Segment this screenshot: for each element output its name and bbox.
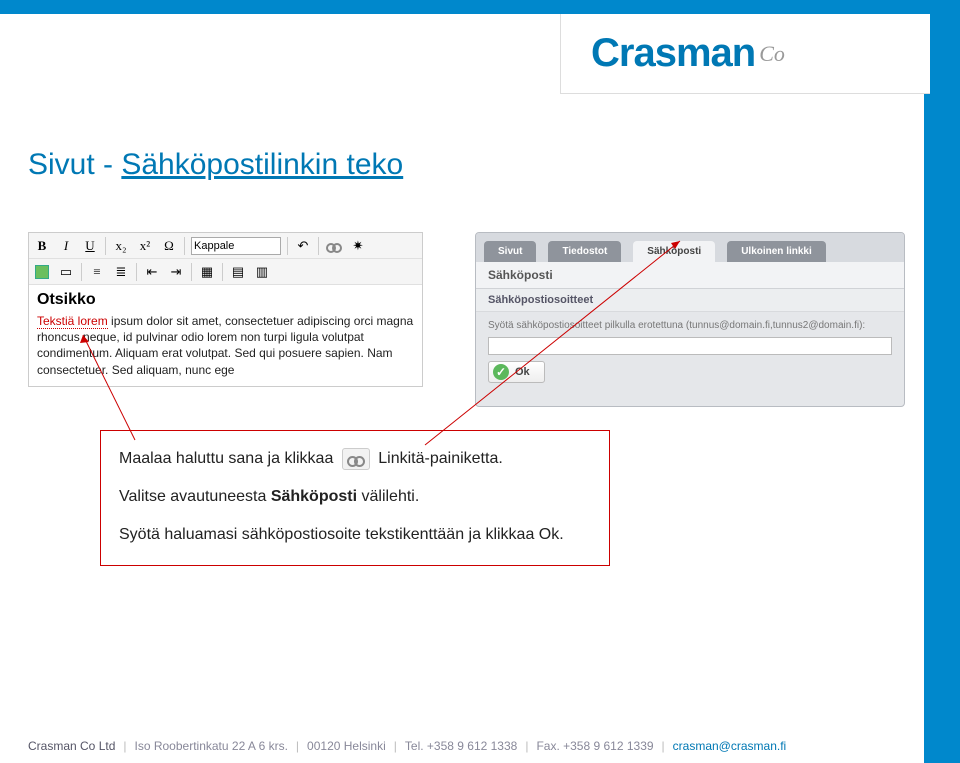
dialog-tabs: Sivut Tiedostot Sähköposti Ulkoinen link…	[476, 233, 904, 262]
ok-label: Ok	[515, 366, 530, 378]
list-button[interactable]: ≡	[88, 263, 106, 281]
email-input[interactable]	[488, 337, 892, 355]
separator: |	[123, 739, 126, 753]
dialog-section-title: Sähköpostiosoitteet	[476, 289, 904, 312]
italic-button[interactable]: I	[57, 237, 75, 255]
instr-text: Linkitä-painiketta.	[378, 450, 503, 467]
editor-toolbar-row-1: B I U x₂ x² Ω Kappale ↶ ✷	[29, 233, 422, 259]
ordered-list-button[interactable]: ≣	[112, 263, 130, 281]
separator: |	[662, 739, 665, 753]
link-button[interactable]	[325, 237, 343, 255]
title-link: Sähköpostilinkin teko	[121, 148, 403, 181]
footer-company: Crasman Co Ltd	[28, 739, 115, 753]
separator: |	[394, 739, 397, 753]
dialog-hint: Syötä sähköpostiosoitteet pilkulla erote…	[488, 320, 892, 331]
separator	[184, 237, 185, 255]
logo-sub: Co	[759, 41, 785, 67]
bold-button[interactable]: B	[33, 237, 51, 255]
separator: |	[296, 739, 299, 753]
insert-row-button[interactable]: ▤	[229, 263, 247, 281]
page-title: Sivut - Sähköpostilinkin teko	[28, 148, 403, 182]
footer-address: Iso Roobertinkatu 22 A 6 krs.	[135, 739, 288, 753]
dialog-subheader: Sähköposti	[476, 262, 904, 289]
separator	[136, 263, 137, 281]
undo-button[interactable]: ↶	[294, 237, 312, 255]
separator	[191, 263, 192, 281]
separator	[105, 237, 106, 255]
side-bar	[924, 0, 960, 763]
tab-sahkoposti[interactable]: Sähköposti	[633, 241, 715, 262]
editor-toolbar-row-2: ▭ ≡ ≣ ⇤ ⇥ ▦ ▤ ▥	[29, 259, 422, 285]
footer-email: crasman@crasman.fi	[673, 739, 787, 753]
image-icon	[35, 265, 49, 279]
footer-postal: 00120 Helsinki	[307, 739, 386, 753]
outdent-button[interactable]: ⇤	[143, 263, 161, 281]
footer: Crasman Co Ltd | Iso Roobertinkatu 22 A …	[28, 739, 910, 753]
editor-heading: Otsikko	[29, 285, 422, 313]
instr-text: välilehti.	[357, 488, 419, 505]
selected-text: Tekstiä lorem	[37, 314, 108, 329]
editor-body[interactable]: Tekstiä lorem ipsum dolor sit amet, cons…	[29, 313, 422, 378]
instr-bold: Sähköposti	[271, 488, 357, 505]
instruction-box: Maalaa haluttu sana ja klikkaa Linkitä-p…	[100, 430, 610, 566]
instr-text: Maalaa haluttu sana ja klikkaa	[119, 450, 333, 467]
separator: |	[525, 739, 528, 753]
separator	[318, 237, 319, 255]
link-dialog: Sivut Tiedostot Sähköposti Ulkoinen link…	[475, 232, 905, 407]
separator	[222, 263, 223, 281]
ok-button[interactable]: ✓ Ok	[488, 361, 545, 383]
tab-ulkoinen-linkki[interactable]: Ulkoinen linkki	[727, 241, 826, 262]
dialog-body: Syötä sähköpostiosoitteet pilkulla erote…	[476, 312, 904, 391]
instruction-line-1: Maalaa haluttu sana ja klikkaa Linkitä-p…	[119, 447, 591, 471]
instr-text: Valitse avautuneesta	[119, 488, 271, 505]
logo-main: Crasman	[591, 31, 755, 76]
logo: Crasman Co	[560, 14, 930, 94]
tab-tiedostot[interactable]: Tiedostot	[548, 241, 621, 262]
style-select[interactable]: Kappale	[191, 237, 281, 255]
instruction-line-3: Syötä haluamasi sähköpostiosoite tekstik…	[119, 523, 591, 547]
source-button[interactable]: ▭	[57, 263, 75, 281]
subscript-button[interactable]: x₂	[112, 237, 130, 255]
link-icon	[342, 448, 370, 470]
checkmark-icon: ✓	[493, 364, 509, 380]
image-button[interactable]	[33, 263, 51, 281]
instruction-line-2: Valitse avautuneesta Sähköposti välileht…	[119, 485, 591, 509]
separator	[81, 263, 82, 281]
highlight-button[interactable]: ✷	[349, 237, 367, 255]
table-button[interactable]: ▦	[198, 263, 216, 281]
editor-panel: B I U x₂ x² Ω Kappale ↶ ✷ ▭ ≡ ≣ ⇤ ⇥ ▦ ▤ …	[28, 232, 423, 387]
footer-fax: Fax. +358 9 612 1339	[536, 739, 653, 753]
underline-button[interactable]: U	[81, 237, 99, 255]
header-bar	[0, 0, 960, 14]
superscript-button[interactable]: x²	[136, 237, 154, 255]
separator	[287, 237, 288, 255]
title-prefix: Sivut -	[28, 148, 121, 181]
indent-button[interactable]: ⇥	[167, 263, 185, 281]
insert-col-button[interactable]: ▥	[253, 263, 271, 281]
link-icon	[325, 240, 343, 252]
omega-button[interactable]: Ω	[160, 237, 178, 255]
footer-tel: Tel. +358 9 612 1338	[405, 739, 517, 753]
tab-sivut[interactable]: Sivut	[484, 241, 536, 262]
